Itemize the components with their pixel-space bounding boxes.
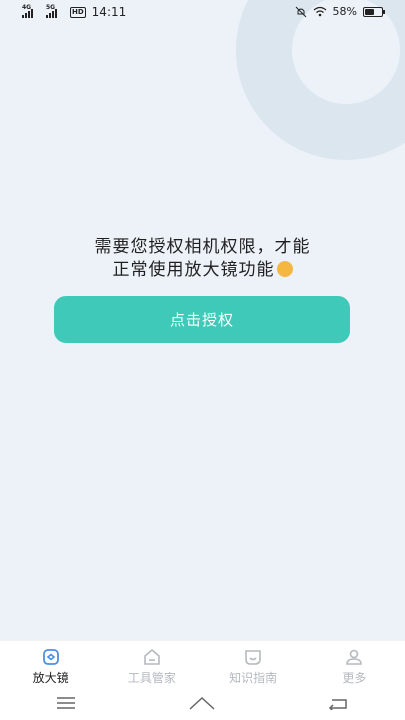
guide-icon [245,650,261,665]
bottom-tab-bar: 放大镜 工具管家 知识指南 更多 [0,640,405,686]
tab-toolbox[interactable]: 工具管家 [101,641,202,686]
tab-guide[interactable]: 知识指南 [203,641,304,686]
tab-magnifier-label: 放大镜 [32,671,69,685]
battery-percent: 58% [332,5,357,18]
status-bar-right: 58% [295,5,385,18]
mute-icon [295,6,306,17]
status-time: 14:11 [91,5,127,19]
message-line-2-wrap: 正常使用放大镜功能 [0,259,405,282]
menu-icon[interactable] [55,696,77,710]
back-icon[interactable] [328,696,350,710]
user-icon [346,649,363,665]
signal-4g-label: 4G [22,4,32,11]
magnifier-icon [42,649,59,665]
permission-message: 需要您授权相机权限，才能 正常使用放大镜功能 [0,236,405,282]
signal-4g-icon: 4G [22,4,42,18]
tab-more-label: 更多 [342,671,367,685]
message-line-1: 需要您授权相机权限，才能 [94,237,311,257]
app-screen: 4G 5G HD 14:11 58% 需要您授权相机权限，才能 正常使用放大镜功… [0,0,405,720]
home-icon[interactable] [187,695,217,711]
tab-magnifier[interactable]: 放大镜 [0,641,101,686]
signal-5g-icon: 5G [46,4,66,18]
toolbox-icon [144,648,160,665]
tab-more[interactable]: 更多 [304,641,405,686]
message-line-2: 正常使用放大镜功能 [112,260,275,280]
status-bar: 4G 5G HD 14:11 58% [0,0,405,26]
battery-icon [363,6,385,17]
hand-pointing-down-icon [276,261,293,277]
tab-toolbox-label: 工具管家 [127,671,176,685]
signal-5g-label: 5G [46,4,56,11]
authorize-button[interactable]: 点击授权 [54,296,350,343]
wifi-icon [313,6,326,17]
battery-fill [365,8,375,15]
hd-badge: HD [70,6,86,18]
status-bar-left: 4G 5G HD 14:11 [22,4,127,19]
authorize-button-label: 点击授权 [169,311,234,329]
system-nav-bar [0,686,405,720]
tab-guide-label: 知识指南 [229,671,278,685]
